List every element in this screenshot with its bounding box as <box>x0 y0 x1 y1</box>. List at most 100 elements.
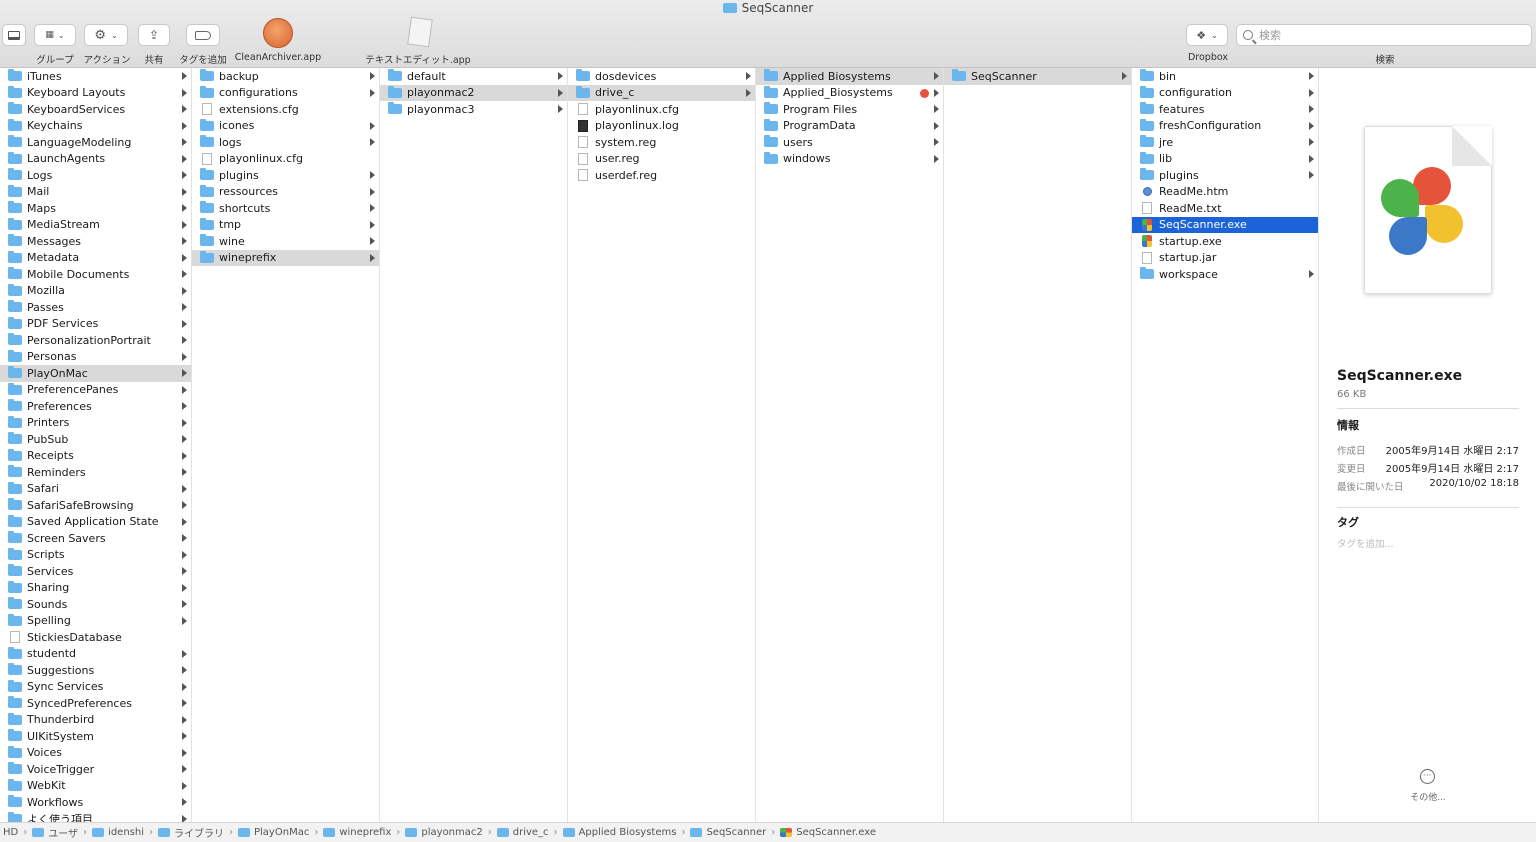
list-item[interactable]: Saved Application State <box>0 514 191 531</box>
list-item[interactable]: ReadMe.txt <box>1132 200 1318 217</box>
textedit-app-label[interactable]: テキストエディット.app <box>360 52 476 66</box>
list-item[interactable]: Messages <box>0 233 191 250</box>
list-item[interactable]: よく使う項目 <box>0 811 191 822</box>
list-item[interactable]: KeyboardServices <box>0 101 191 118</box>
path-segment[interactable]: SeqScanner.exe <box>796 827 876 838</box>
path-segment[interactable]: ライブラリ <box>174 825 224 840</box>
path-segment[interactable]: idenshi <box>108 827 144 838</box>
list-item[interactable]: PreferencePanes <box>0 382 191 399</box>
action-button[interactable]: ⚙ ⌄ <box>84 24 128 46</box>
list-item[interactable]: icones <box>192 118 379 135</box>
list-item[interactable]: Printers <box>0 415 191 432</box>
list-item[interactable]: SafariSafeBrowsing <box>0 497 191 514</box>
list-item[interactable]: shortcuts <box>192 200 379 217</box>
list-item[interactable]: UIKitSystem <box>0 728 191 745</box>
list-item[interactable]: freshConfiguration <box>1132 118 1318 135</box>
list-item[interactable]: Sync Services <box>0 679 191 696</box>
list-item[interactable]: tmp <box>192 217 379 234</box>
list-item[interactable]: workspace <box>1132 266 1318 283</box>
list-item[interactable]: Passes <box>0 299 191 316</box>
list-item[interactable]: ProgramData <box>756 118 943 135</box>
list-item[interactable]: startup.jar <box>1132 250 1318 267</box>
textedit-app-icon[interactable] <box>405 16 435 48</box>
list-item[interactable]: Applied Biosystems <box>756 68 943 85</box>
search-input[interactable]: 検索 <box>1259 27 1281 43</box>
list-item[interactable]: Keychains <box>0 118 191 135</box>
list-item[interactable]: user.reg <box>568 151 755 168</box>
column-playonmac2[interactable]: dosdevices drive_c playonlinux.cfg playonli… <box>568 68 756 822</box>
list-item[interactable]: playonlinux.log <box>568 118 755 135</box>
path-segment[interactable]: playonmac2 <box>421 827 482 838</box>
list-item[interactable]: configurations <box>192 85 379 102</box>
list-item[interactable]: playonmac2 <box>380 84 567 101</box>
list-item[interactable]: jre <box>1132 134 1318 151</box>
list-item[interactable]: default <box>380 68 567 85</box>
tag-button[interactable] <box>186 24 220 46</box>
list-item[interactable]: Personas <box>0 349 191 366</box>
list-item[interactable]: dosdevices <box>568 68 755 85</box>
list-item[interactable]: WebKit <box>0 778 191 795</box>
list-item[interactable]: Voices <box>0 745 191 762</box>
list-item[interactable]: users <box>756 134 943 151</box>
list-item[interactable]: extensions.cfg <box>192 101 379 118</box>
list-item[interactable]: windows <box>756 151 943 168</box>
list-item[interactable]: Screen Savers <box>0 530 191 547</box>
list-item[interactable]: VoiceTrigger <box>0 761 191 778</box>
list-item[interactable]: Logs <box>0 167 191 184</box>
list-item[interactable]: Scripts <box>0 547 191 564</box>
list-item[interactable]: playonlinux.cfg <box>568 101 755 118</box>
add-tag-field[interactable]: タグを追加... <box>1337 536 1394 550</box>
list-item[interactable]: StickiesDatabase <box>0 629 191 646</box>
path-segment[interactable]: PlayOnMac <box>254 827 309 838</box>
list-item[interactable]: system.reg <box>568 134 755 151</box>
list-item[interactable]: wine <box>192 233 379 250</box>
list-item[interactable]: userdef.reg <box>568 167 755 184</box>
list-item[interactable]: Safari <box>0 481 191 498</box>
list-item[interactable]: MediaStream <box>0 217 191 234</box>
path-segment[interactable]: SeqScanner <box>706 827 766 838</box>
more-label[interactable]: その他... <box>1399 790 1457 803</box>
list-item[interactable]: lib <box>1132 151 1318 168</box>
list-item[interactable]: SeqScanner <box>944 68 1131 85</box>
list-item[interactable]: Preferences <box>0 398 191 415</box>
list-item[interactable]: Maps <box>0 200 191 217</box>
list-item[interactable]: PDF Services <box>0 316 191 333</box>
list-item[interactable]: Program Files <box>756 101 943 118</box>
cleanarchiver-app-label[interactable]: CleanArchiver.app <box>228 52 328 63</box>
list-item[interactable]: plugins <box>192 167 379 184</box>
column-library[interactable]: iTunes Keyboard Layouts KeyboardServices Ke… <box>0 68 192 822</box>
list-item[interactable]: studentd <box>0 646 191 663</box>
list-item[interactable]: SyncedPreferences <box>0 695 191 712</box>
list-item[interactable]: Keyboard Layouts <box>0 85 191 102</box>
more-icon[interactable]: ··· <box>1420 769 1435 784</box>
list-item[interactable]: Mozilla <box>0 283 191 300</box>
list-item[interactable]: LaunchAgents <box>0 151 191 168</box>
list-item[interactable]: bin <box>1132 68 1318 85</box>
share-button[interactable]: ⇪ <box>138 24 170 46</box>
list-item[interactable]: Applied_Biosystems <box>756 85 943 102</box>
list-item[interactable]: Services <box>0 563 191 580</box>
list-item[interactable]: Spelling <box>0 613 191 630</box>
list-item[interactable]: Metadata <box>0 250 191 267</box>
path-segment[interactable]: ユーザ <box>48 825 78 840</box>
list-item[interactable]: PlayOnMac <box>0 365 191 382</box>
list-item[interactable]: Sharing <box>0 580 191 597</box>
group-button[interactable]: ▦ ⌄ <box>34 24 76 46</box>
list-item[interactable]: configuration <box>1132 85 1318 102</box>
list-item[interactable]: startup.exe <box>1132 233 1318 250</box>
list-item[interactable]: Suggestions <box>0 662 191 679</box>
list-item[interactable]: Mobile Documents <box>0 266 191 283</box>
list-item[interactable]: LanguageModeling <box>0 134 191 151</box>
list-item[interactable]: Sounds <box>0 596 191 613</box>
list-item[interactable]: iTunes <box>0 68 191 85</box>
dropbox-button[interactable]: ❖ ⌄ <box>1186 24 1228 46</box>
list-item[interactable]: backup <box>192 68 379 85</box>
column-drive-c[interactable]: Applied Biosystems Applied_Biosystems Prog… <box>756 68 944 822</box>
column-wineprefix[interactable]: default playonmac2 playonmac3 <box>380 68 568 822</box>
path-segment[interactable]: Applied Biosystems <box>579 827 677 838</box>
list-item[interactable]: plugins <box>1132 167 1318 184</box>
list-item[interactable]: ressources <box>192 184 379 201</box>
list-item[interactable]: playonlinux.cfg <box>192 151 379 168</box>
list-item[interactable]: Workflows <box>0 794 191 811</box>
path-segment[interactable]: drive_c <box>513 827 549 838</box>
